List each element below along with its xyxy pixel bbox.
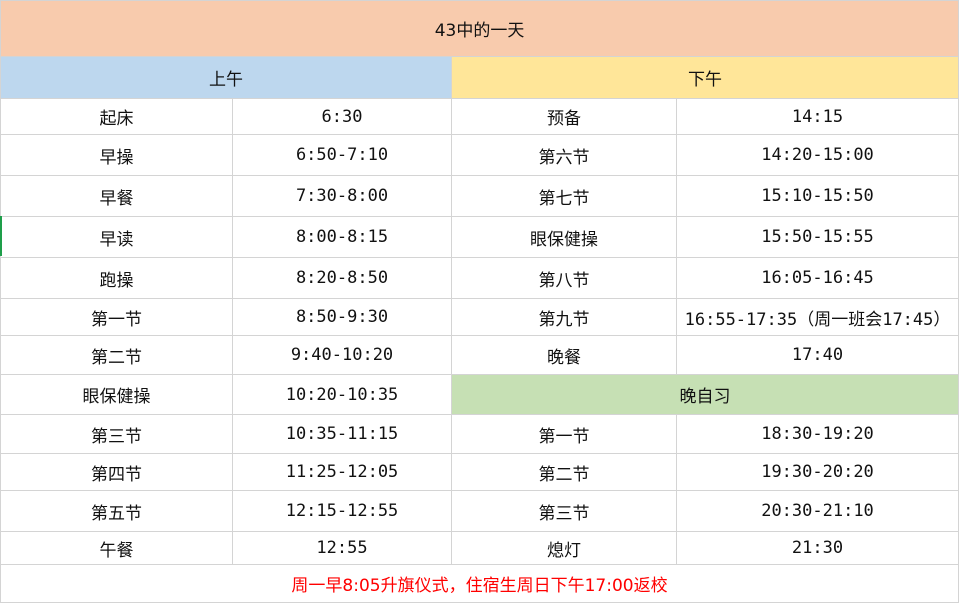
morning-activity[interactable]: 早操 (0, 134, 233, 176)
morning-activity[interactable]: 第三节 (0, 414, 233, 454)
morning-time[interactable]: 12:55 (232, 531, 452, 565)
row-selection-marker (0, 216, 2, 256)
table-row: 第三节 10:35-11:15 第一节 18:30-19:20 (0, 414, 960, 454)
afternoon-time[interactable]: 17:40 (675, 335, 960, 375)
table-row: 早餐 7:30-8:00 第七节 15:10-15:50 (0, 175, 960, 217)
morning-activity[interactable]: 第二节 (0, 335, 233, 375)
morning-activity[interactable]: 第五节 (0, 490, 233, 532)
evening-time[interactable]: 19:30-20:20 (675, 453, 960, 491)
schedule-table: 43中的一天 上午 下午 起床 6:30 预备 14:15 早操 6:50-7:… (0, 0, 960, 603)
morning-activity[interactable]: 起床 (0, 98, 233, 135)
afternoon-activity[interactable]: 眼保健操 (451, 216, 677, 258)
title-row: 43中的一天 (0, 0, 960, 57)
evening-header: 晚自习 (450, 374, 960, 415)
morning-activity[interactable]: 眼保健操 (0, 374, 233, 415)
afternoon-time[interactable]: 15:10-15:50 (675, 175, 960, 217)
afternoon-time[interactable]: 16:05-16:45 (675, 257, 960, 299)
table-row: 第四节 11:25-12:05 第二节 19:30-20:20 (0, 453, 960, 491)
afternoon-activity[interactable]: 第八节 (451, 257, 677, 299)
table-row: 起床 6:30 预备 14:15 (0, 98, 960, 135)
morning-time[interactable]: 10:35-11:15 (232, 414, 452, 454)
morning-time[interactable]: 11:25-12:05 (232, 453, 452, 491)
afternoon-activity[interactable]: 第九节 (451, 298, 677, 336)
evening-activity[interactable]: 第一节 (451, 414, 677, 454)
table-row: 早读 8:00-8:15 眼保健操 15:50-15:55 (0, 216, 960, 258)
afternoon-activity[interactable]: 预备 (451, 98, 677, 135)
morning-time[interactable]: 10:20-10:35 (232, 374, 452, 415)
afternoon-time[interactable]: 14:15 (675, 98, 960, 135)
afternoon-activity[interactable]: 第六节 (451, 134, 677, 176)
morning-activity[interactable]: 第四节 (0, 453, 233, 491)
morning-time[interactable]: 8:50-9:30 (232, 298, 452, 336)
footer-note: 周一早8:05升旗仪式，住宿生周日下午17:00返校 (0, 564, 960, 603)
afternoon-time[interactable]: 15:50-15:55 (675, 216, 960, 258)
morning-time[interactable]: 6:50-7:10 (232, 134, 452, 176)
morning-activity[interactable]: 午餐 (0, 531, 233, 565)
table-row: 眼保健操 10:20-10:35 晚自习 (0, 374, 960, 415)
page-title: 43中的一天 (0, 0, 960, 57)
morning-activity[interactable]: 早餐 (0, 175, 233, 217)
table-row: 早操 6:50-7:10 第六节 14:20-15:00 (0, 134, 960, 176)
morning-time[interactable]: 12:15-12:55 (232, 490, 452, 532)
afternoon-activity[interactable]: 晚餐 (451, 335, 677, 375)
evening-time[interactable]: 20:30-21:10 (675, 490, 960, 532)
morning-activity[interactable]: 跑操 (0, 257, 233, 299)
morning-time[interactable]: 6:30 (232, 98, 452, 135)
morning-time[interactable]: 8:00-8:15 (232, 216, 452, 258)
schedule-body: 43中的一天 上午 下午 起床 6:30 预备 14:15 早操 6:50-7:… (0, 0, 960, 603)
morning-time[interactable]: 9:40-10:20 (232, 335, 452, 375)
table-row: 第一节 8:50-9:30 第九节 16:55-17:35（周一班会17:45） (0, 298, 960, 336)
morning-time[interactable]: 8:20-8:50 (232, 257, 452, 299)
evening-time[interactable]: 18:30-19:20 (675, 414, 960, 454)
morning-activity[interactable]: 早读 (0, 216, 233, 258)
evening-activity[interactable]: 熄灯 (451, 531, 677, 565)
afternoon-time[interactable]: 16:55-17:35（周一班会17:45） (675, 298, 960, 336)
table-row: 跑操 8:20-8:50 第八节 16:05-16:45 (0, 257, 960, 299)
table-row: 第二节 9:40-10:20 晚餐 17:40 (0, 335, 960, 375)
afternoon-header: 下午 (450, 56, 960, 99)
section-header-row: 上午 下午 (0, 56, 960, 99)
morning-activity[interactable]: 第一节 (0, 298, 233, 336)
table-row: 午餐 12:55 熄灯 21:30 (0, 531, 960, 565)
afternoon-time[interactable]: 14:20-15:00 (675, 134, 960, 176)
footer-row: 周一早8:05升旗仪式，住宿生周日下午17:00返校 (0, 564, 960, 603)
afternoon-activity[interactable]: 第七节 (451, 175, 677, 217)
schedule-sheet: 43中的一天 上午 下午 起床 6:30 预备 14:15 早操 6:50-7:… (0, 0, 960, 603)
morning-time[interactable]: 7:30-8:00 (232, 175, 452, 217)
morning-header: 上午 (0, 56, 452, 99)
evening-activity[interactable]: 第二节 (451, 453, 677, 491)
table-row: 第五节 12:15-12:55 第三节 20:30-21:10 (0, 490, 960, 532)
evening-time[interactable]: 21:30 (675, 531, 960, 565)
evening-activity[interactable]: 第三节 (451, 490, 677, 532)
